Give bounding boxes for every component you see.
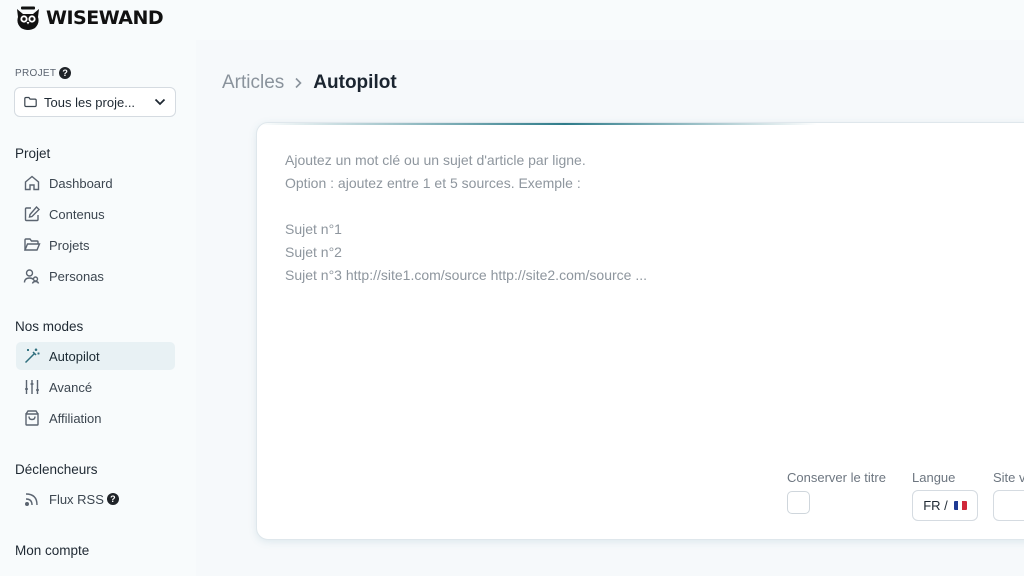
sidebar-item-personas[interactable]: Personas — [16, 262, 175, 290]
project-label-row: PROJET ? — [15, 67, 72, 79]
nav-group-title-projet: Projet — [15, 146, 51, 161]
sidebar-item-contenus[interactable]: Contenus — [16, 200, 175, 228]
brand-name: WISEWAND — [46, 7, 164, 29]
sidebar-item-dashboard[interactable]: Dashboard — [16, 169, 175, 197]
sidebar-item-affiliation[interactable]: Affiliation — [16, 404, 175, 432]
site-select[interactable] — [993, 490, 1024, 521]
sidebar-item-label: Affiliation — [49, 410, 102, 426]
magic-wand-icon — [24, 348, 40, 364]
chevron-right-icon — [295, 77, 302, 89]
nav-group-title-nos-modes: Nos modes — [15, 319, 84, 334]
sidebar-item-label: Autopilot — [49, 348, 100, 364]
home-icon — [24, 175, 40, 191]
users-icon — [23, 269, 40, 284]
folder-open-icon — [23, 238, 41, 251]
sidebar: PROJET ? Tous les proje... Projet Dashbo… — [0, 40, 196, 576]
nav-group-title-mon-compte: Mon compte — [15, 543, 90, 558]
sidebar-item-avance[interactable]: Avancé — [16, 373, 175, 401]
app-window: WISEWAND PROJET ? Tous les proje... Proj… — [0, 0, 1024, 576]
site-label: Site v — [993, 470, 1024, 485]
keep-title-checkbox[interactable] — [787, 491, 810, 514]
sidebar-item-label: Avancé — [49, 379, 93, 395]
sidebar-item-flux-rss[interactable]: Flux RSS ? — [16, 485, 175, 513]
shopping-bag-icon — [25, 410, 39, 426]
help-icon[interactable]: ? — [106, 493, 119, 505]
project-select[interactable]: Tous les proje... — [14, 87, 176, 117]
chevron-down-icon — [154, 98, 166, 106]
sidebar-item-label: Dashboard — [49, 175, 113, 191]
sliders-icon — [25, 380, 39, 394]
sidebar-item-label: Contenus — [49, 206, 105, 222]
topics-textarea[interactable] — [285, 149, 1005, 449]
autopilot-card: Conserver le titre Langue FR / Site v — [256, 122, 1024, 540]
help-icon[interactable]: ? — [59, 67, 72, 79]
page-title: Autopilot — [313, 72, 397, 93]
project-label: PROJET — [15, 67, 57, 79]
language-select-value: FR / — [923, 498, 948, 513]
sidebar-item-label: Flux RSS — [49, 491, 104, 507]
sidebar-item-label: Projets — [49, 237, 90, 253]
breadcrumb-parent[interactable]: Articles — [222, 72, 284, 94]
language-label: Langue — [912, 470, 956, 485]
folder-icon — [24, 96, 37, 108]
sidebar-item-autopilot[interactable]: Autopilot — [16, 342, 175, 370]
sidebar-item-label: Personas — [49, 268, 104, 284]
france-flag-icon — [953, 501, 967, 510]
brand-logo[interactable]: WISEWAND — [14, 4, 164, 32]
keep-title-label: Conserver le titre — [787, 470, 886, 485]
language-select[interactable]: FR / — [912, 490, 978, 521]
card-accent-line — [257, 123, 817, 125]
breadcrumb: Articles Autopilot — [222, 70, 397, 96]
rss-icon — [25, 493, 38, 506]
nav-group-title-declencheurs: Déclencheurs — [15, 462, 98, 477]
owl-logo-icon — [17, 6, 39, 30]
project-select-value: Tous les proje... — [44, 94, 136, 110]
top-bar: WISEWAND — [0, 0, 1024, 40]
edit-icon — [24, 205, 40, 222]
sidebar-item-projets[interactable]: Projets — [16, 231, 175, 259]
